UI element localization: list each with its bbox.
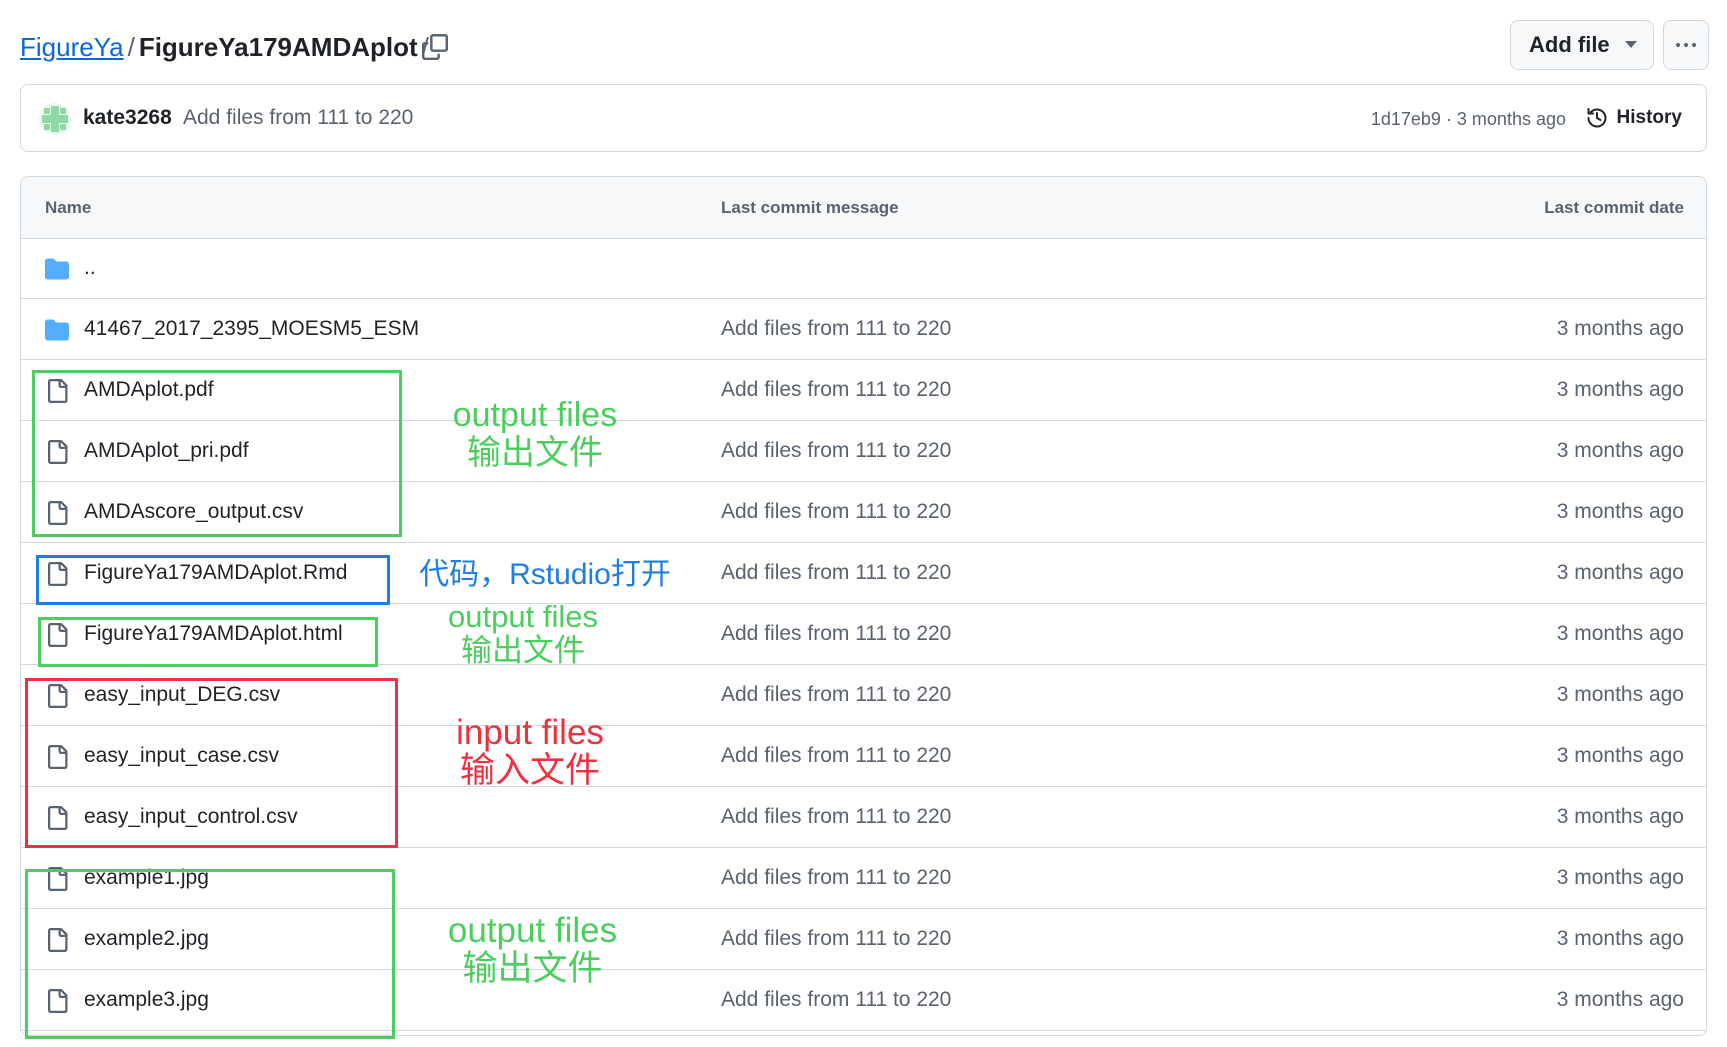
- avatar-identicon-icon: [39, 103, 71, 135]
- commit-date: 3 months ago: [1556, 744, 1684, 767]
- annotation-box-output-3: [25, 869, 395, 1039]
- commit-author[interactable]: kate3268: [83, 105, 172, 131]
- annotation-text-en: output files: [448, 599, 598, 634]
- table-row[interactable]: 41467_2017_2395_MOESM5_ESM Add files from…: [21, 299, 1706, 360]
- annotation-label-input: input files 输入文件: [445, 714, 615, 790]
- more-options-button[interactable]: [1663, 20, 1709, 70]
- annotation-label-output-2: output files 输出文件: [443, 600, 603, 668]
- add-file-label: Add file: [1529, 32, 1610, 57]
- kebab-dot-icon: [1684, 43, 1688, 47]
- commit-message-link[interactable]: Add files from 111 to 220: [721, 804, 951, 830]
- table-header: Name Last commit message Last commit dat…: [21, 177, 1706, 239]
- column-header-message: Last commit message: [721, 198, 899, 217]
- breadcrumb-repo: FigureYa179AMDAplot: [138, 32, 418, 62]
- annotation-box-input: [25, 678, 398, 848]
- breadcrumb-org-link[interactable]: FigureYa: [20, 32, 124, 62]
- commit-message-link[interactable]: Add files from 111 to 220: [721, 987, 951, 1013]
- commit-date: 3 months ago: [1556, 622, 1684, 645]
- commit-message-link[interactable]: Add files from 111 to 220: [721, 438, 951, 464]
- kebab-dot-icon: [1692, 43, 1696, 47]
- folder-icon: [45, 257, 69, 281]
- commit-message-link[interactable]: Add files from 111 to 220: [721, 926, 951, 952]
- commit-message-link[interactable]: Add files from 111 to 220: [721, 560, 951, 586]
- commit-message-link[interactable]: Add files from 111 to 220: [721, 316, 951, 342]
- commit-date: 3 months ago: [1556, 378, 1684, 401]
- annotation-text-code: 代码，Rstudio打开: [419, 558, 671, 591]
- annotation-label-output-1: output files 输出文件: [445, 396, 625, 472]
- file-name-link[interactable]: ..: [84, 255, 96, 281]
- kebab-dot-icon: [1676, 43, 1680, 47]
- commit-date: 3 months ago: [1556, 988, 1684, 1011]
- annotation-text-zh: 输出文件: [467, 434, 603, 472]
- annotation-label-code: 代码，Rstudio打开: [410, 556, 680, 594]
- repo-header: FigureYa / FigureYa179AMDAplot / Add file: [20, 20, 1709, 70]
- commit-message-link[interactable]: Add files from 111 to 220: [721, 621, 951, 647]
- commit-date: 3 months ago: [1556, 317, 1684, 340]
- latest-commit-bar: kate3268 Add files from 111 to 220 1d17e…: [20, 84, 1707, 152]
- commit-message-link[interactable]: Add files from 111 to 220: [721, 377, 951, 403]
- column-header-date: Last commit date: [1544, 198, 1684, 217]
- commit-date: 3 months ago: [1556, 866, 1684, 889]
- history-button[interactable]: History: [1585, 103, 1682, 133]
- annotation-text-en: output files: [452, 396, 618, 434]
- annotation-box-output-2: [38, 617, 378, 667]
- folder-icon: [45, 318, 69, 342]
- breadcrumb-separator: /: [127, 32, 135, 62]
- annotation-text-zh: 输入文件: [459, 751, 600, 790]
- annotation-text-en: output files: [447, 911, 618, 950]
- history-icon: [1587, 108, 1606, 128]
- annotation-text-zh: 输出文件: [462, 949, 603, 988]
- commit-message-link[interactable]: Add files from 111 to 220: [721, 682, 951, 708]
- copy-path-button[interactable]: [418, 30, 452, 64]
- history-label: History: [1616, 107, 1682, 128]
- commit-date: 3 months ago: [1556, 683, 1684, 706]
- annotation-text-zh: 输出文件: [461, 633, 585, 668]
- annotation-box-code: [36, 555, 390, 605]
- add-file-button[interactable]: Add file: [1510, 20, 1654, 70]
- commit-date: 3 months ago: [1556, 439, 1684, 462]
- annotation-text-en: input files: [456, 713, 604, 752]
- annotation-label-output-3: output files 输出文件: [440, 912, 625, 988]
- file-name-link[interactable]: 41467_2017_2395_MOESM5_ESM: [84, 316, 419, 342]
- commit-hash-time[interactable]: 1d17eb9 · 3 months ago: [1371, 107, 1566, 131]
- commit-message[interactable]: Add files from 111 to 220: [183, 105, 413, 131]
- breadcrumb: FigureYa / FigureYa179AMDAplot /: [20, 32, 433, 62]
- annotation-box-output-1: [32, 370, 402, 537]
- chevron-down-icon: [1625, 41, 1637, 48]
- commit-message-link[interactable]: Add files from 111 to 220: [721, 743, 951, 769]
- copy-icon: [422, 34, 448, 60]
- commit-message-link[interactable]: Add files from 111 to 220: [721, 865, 951, 891]
- commit-message-link[interactable]: Add files from 111 to 220: [721, 499, 951, 525]
- commit-date: 3 months ago: [1556, 500, 1684, 523]
- commit-date: 3 months ago: [1556, 927, 1684, 950]
- table-row-parent-dir[interactable]: ..: [21, 238, 1706, 299]
- column-header-name: Name: [45, 198, 92, 217]
- avatar[interactable]: [39, 103, 71, 135]
- commit-date: 3 months ago: [1556, 561, 1684, 584]
- commit-date: 3 months ago: [1556, 805, 1684, 828]
